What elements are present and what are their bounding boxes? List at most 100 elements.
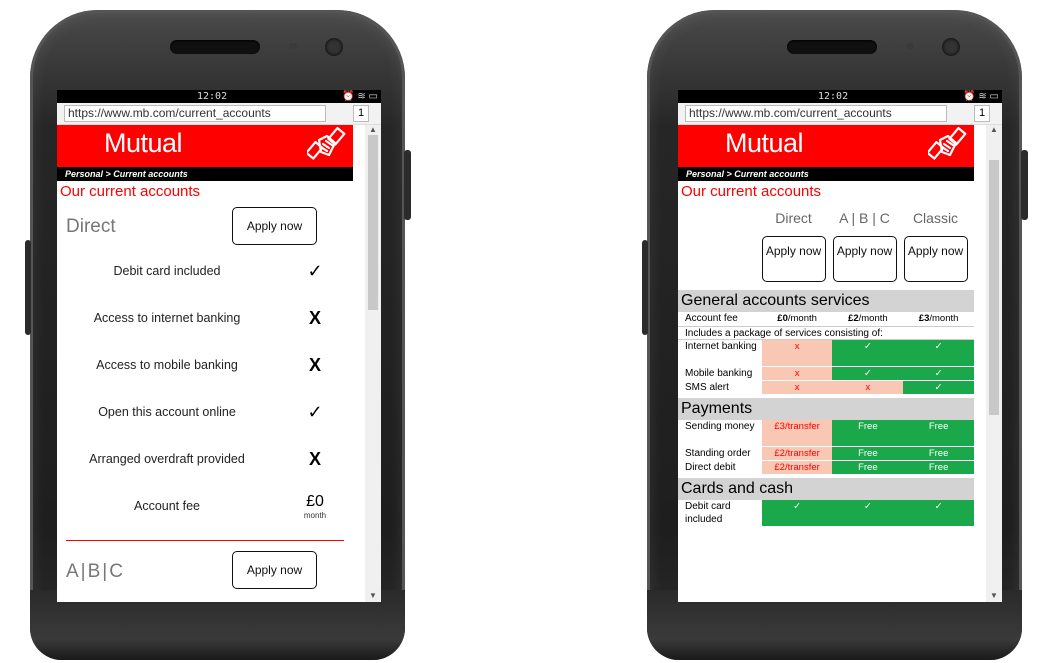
feature-label: Access to internet banking bbox=[93, 311, 241, 325]
feature-label: Access to mobile banking bbox=[96, 358, 238, 372]
row-label: SMS alert bbox=[685, 382, 729, 393]
page-title: Our current accounts bbox=[681, 183, 822, 200]
front-camera bbox=[325, 38, 343, 56]
breadcrumb[interactable]: Personal > Current accounts bbox=[57, 167, 353, 181]
tab-count-button[interactable]: 1 bbox=[353, 105, 369, 122]
row-label: Direct debit bbox=[685, 462, 736, 473]
power-button bbox=[404, 150, 411, 220]
section-header: Payments bbox=[678, 398, 974, 420]
fee-cell: £0/month bbox=[761, 312, 833, 325]
feature-row: Arranged overdraft provided X bbox=[57, 436, 353, 483]
fee-cell: £2/month bbox=[832, 312, 904, 325]
check-cell: ✓ bbox=[832, 500, 904, 526]
row-label: Mobile banking bbox=[685, 368, 753, 379]
scroll-thumb[interactable] bbox=[989, 160, 999, 415]
row-label: Standing order bbox=[685, 448, 751, 459]
url-field[interactable]: https://www.mb.com/current_accounts bbox=[685, 105, 947, 122]
scrollbar[interactable]: ▲ ▼ bbox=[365, 125, 381, 602]
section-header: Cards and cash bbox=[678, 478, 974, 500]
earpiece bbox=[170, 40, 260, 54]
cross-cell: x bbox=[761, 367, 833, 380]
brand-name: Mutual bbox=[725, 128, 804, 158]
fee-amount: £0 bbox=[306, 493, 324, 510]
check-cell: ✓ bbox=[903, 500, 974, 526]
feature-row: Debit card included ✓ bbox=[57, 248, 353, 295]
price-cell: £2/transfer bbox=[761, 461, 833, 474]
page-content: Mutual Personal > Current accounts Our c… bbox=[678, 125, 974, 602]
price-cell: £2/transfer bbox=[761, 447, 833, 460]
check-icon: ✓ bbox=[307, 261, 323, 281]
free-cell: Free bbox=[903, 420, 974, 446]
url-field[interactable]: https://www.mb.com/current_accounts bbox=[64, 105, 326, 122]
brand-name: Mutual bbox=[104, 128, 183, 158]
free-cell: Free bbox=[903, 447, 974, 460]
volume-button bbox=[642, 240, 648, 335]
page-title: Our current accounts bbox=[60, 183, 201, 200]
table-row: SMS alert x x ✓ bbox=[678, 381, 974, 395]
table-row: Sending money £3/transfer Free Free bbox=[678, 420, 974, 447]
table-row: Standing order £2/transfer Free Free bbox=[678, 447, 974, 461]
phone-left: 12:02 ⏰ ≋ ▭ https://www.mb.com/current_a… bbox=[25, 10, 411, 660]
free-cell: Free bbox=[832, 420, 904, 446]
apply-now-button[interactable]: Apply now bbox=[761, 236, 826, 282]
feature-label: Arranged overdraft provided bbox=[89, 452, 245, 466]
check-cell: ✓ bbox=[903, 381, 974, 394]
status-icons: ⏰ ≋ ▭ bbox=[963, 91, 999, 102]
row-label: Debit card included bbox=[685, 501, 731, 525]
screen: 12:02 ⏰ ≋ ▭ https://www.mb.com/current_a… bbox=[678, 90, 1002, 602]
account-header-direct: Direct Apply now bbox=[57, 204, 353, 248]
table-row: Mobile banking x ✓ ✓ bbox=[678, 367, 974, 381]
scroll-up-icon[interactable]: ▲ bbox=[990, 125, 998, 134]
account-header-abc: A|B|C Apply now bbox=[57, 541, 353, 591]
table-row: Internet banking x ✓ ✓ bbox=[678, 340, 974, 367]
cross-icon: X bbox=[308, 449, 321, 469]
feature-label: Open this account online bbox=[98, 405, 236, 419]
apply-now-button[interactable]: Apply now bbox=[232, 207, 317, 245]
table-row: Debit card included ✓ ✓ ✓ bbox=[678, 500, 974, 527]
volume-button bbox=[25, 240, 31, 335]
cross-cell: x bbox=[832, 381, 904, 394]
scroll-down-icon[interactable]: ▼ bbox=[369, 591, 377, 600]
scroll-down-icon[interactable]: ▼ bbox=[990, 591, 998, 600]
table-row: Account fee £0/month £2/month £3/month bbox=[678, 312, 974, 326]
cross-icon: X bbox=[308, 355, 321, 375]
column-header: A | B | C bbox=[839, 210, 890, 226]
status-time: 12:02 bbox=[818, 91, 849, 102]
column-header: Direct bbox=[775, 210, 812, 226]
fee-value: £0 month bbox=[277, 493, 353, 520]
check-cell: ✓ bbox=[832, 340, 904, 366]
feature-row: Access to mobile banking X bbox=[57, 342, 353, 389]
apply-now-button[interactable]: Apply now bbox=[903, 236, 968, 282]
scrollbar[interactable]: ▲ ▼ bbox=[986, 125, 1002, 602]
status-time: 12:02 bbox=[197, 91, 228, 102]
account-name: A|B|C bbox=[66, 561, 125, 582]
table-row: Direct debit £2/transfer Free Free bbox=[678, 461, 974, 475]
browser-bar: https://www.mb.com/current_accounts 1 bbox=[57, 103, 381, 125]
tab-count-button[interactable]: 1 bbox=[974, 105, 990, 122]
fee-cell: £3/month bbox=[903, 312, 974, 325]
fee-unit: month bbox=[303, 511, 327, 520]
apply-now-button[interactable]: Apply now bbox=[832, 236, 897, 282]
cross-cell: x bbox=[761, 340, 833, 366]
front-camera bbox=[942, 38, 960, 56]
cross-cell: x bbox=[761, 381, 833, 394]
handshake-icon bbox=[307, 126, 346, 160]
free-cell: Free bbox=[903, 461, 974, 474]
feature-label: Debit card included bbox=[113, 264, 221, 278]
column-headers: Direct A | B | C Classic bbox=[678, 200, 974, 236]
fee-row: Account fee £0 month bbox=[57, 483, 353, 530]
screen: 12:02 ⏰ ≋ ▭ https://www.mb.com/current_a… bbox=[57, 90, 381, 602]
row-label: Account fee bbox=[685, 313, 738, 324]
status-bar: 12:02 ⏰ ≋ ▭ bbox=[678, 90, 1002, 103]
row-label: Internet banking bbox=[685, 341, 757, 352]
page-content: Mutual Personal > Current accounts Our c… bbox=[57, 125, 353, 602]
breadcrumb[interactable]: Personal > Current accounts bbox=[678, 167, 974, 181]
status-icons: ⏰ ≋ ▭ bbox=[342, 91, 378, 102]
scroll-thumb[interactable] bbox=[368, 135, 378, 310]
status-bar: 12:02 ⏰ ≋ ▭ bbox=[57, 90, 381, 103]
section-header: General accounts services bbox=[678, 290, 974, 312]
price-cell: £3/transfer bbox=[761, 420, 833, 446]
column-header: Classic bbox=[912, 210, 959, 226]
scroll-up-icon[interactable]: ▲ bbox=[369, 125, 377, 134]
apply-now-button[interactable]: Apply now bbox=[232, 551, 317, 589]
